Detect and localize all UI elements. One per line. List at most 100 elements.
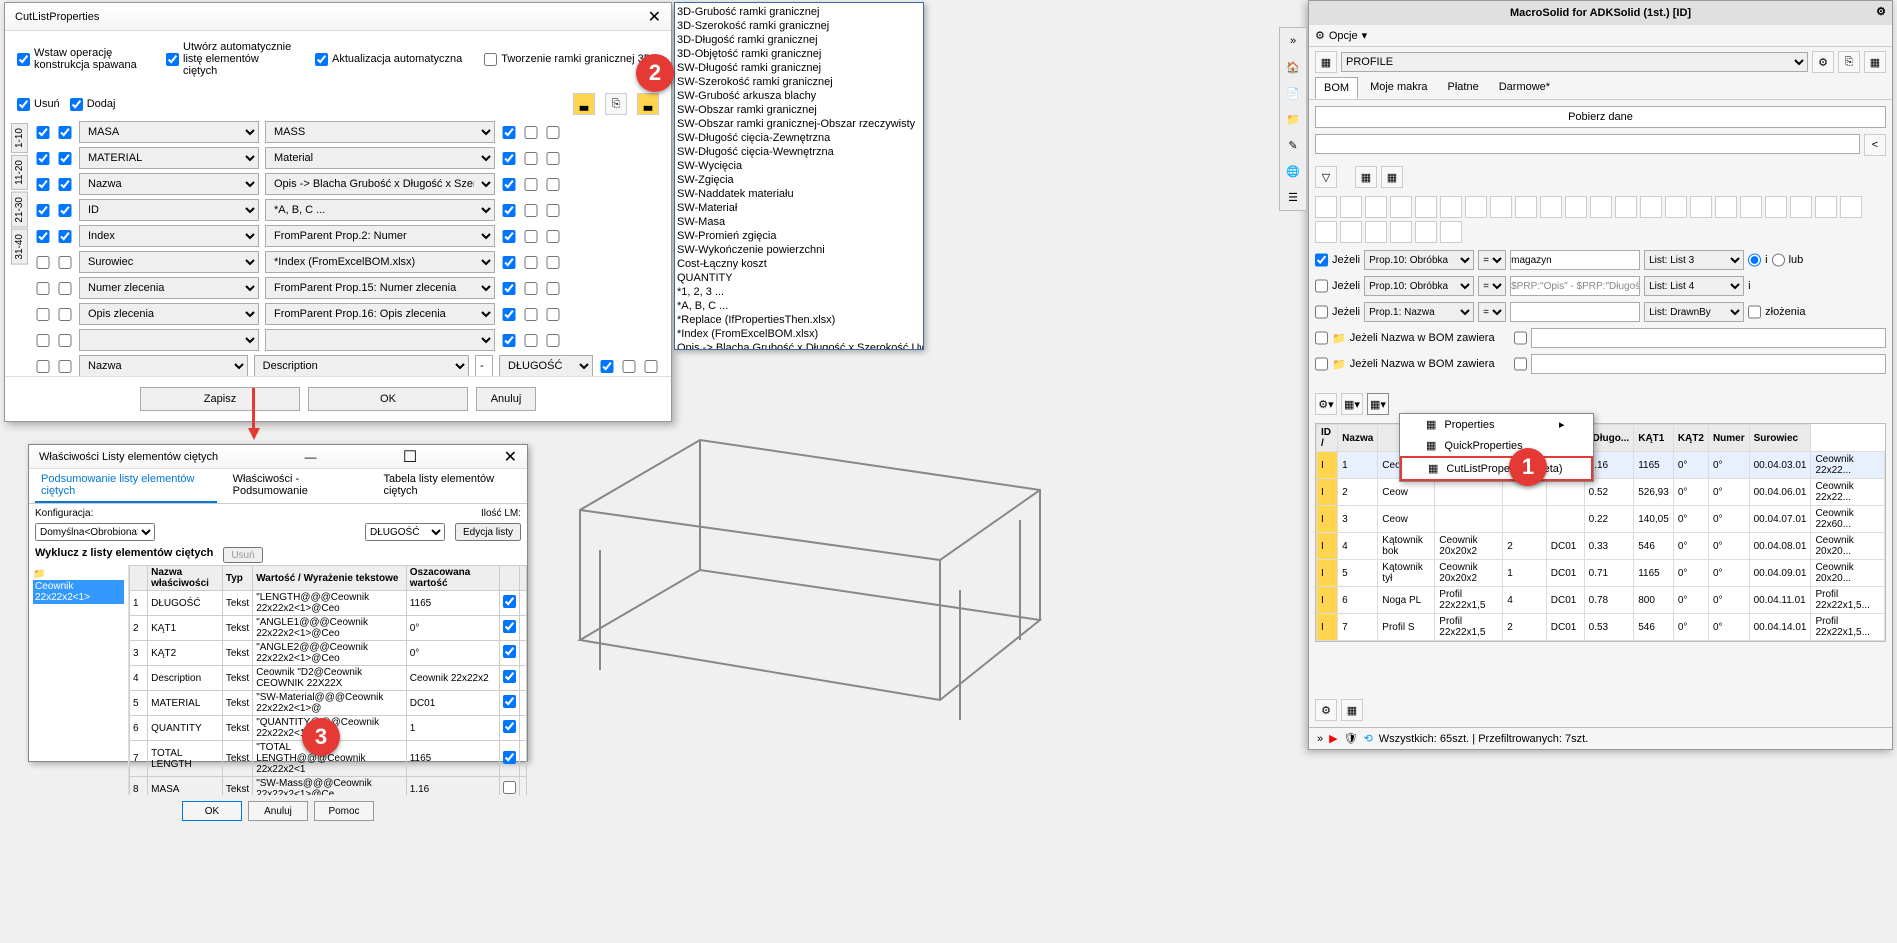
profile-select[interactable]: PROFILE <box>1341 52 1808 72</box>
proplist-item[interactable]: *Replace (IfPropertiesThen.xlsx) <box>677 313 921 327</box>
table-row[interactable]: I4Kątownik bokCeownik 20x20x22DC010.3354… <box>1317 533 1885 560</box>
row-chk3[interactable] <box>501 178 517 191</box>
opcje-gear-icon[interactable]: ⚙ <box>1315 29 1325 42</box>
tab-bom[interactable]: BOM <box>1315 77 1358 99</box>
table-row[interactable]: 3KĄT2Tekst"ANGLE2@@@Ceownik 22x22x2<1>@C… <box>130 641 527 666</box>
row-chk[interactable] <box>503 751 516 764</box>
tab-platne[interactable]: Płatne <box>1440 77 1487 99</box>
f1-chk[interactable] <box>1315 250 1328 270</box>
row-chk2[interactable] <box>57 230 73 243</box>
proplist-item[interactable]: 3D-Szerokość ramki granicznej <box>677 19 921 33</box>
row-chk[interactable] <box>35 126 51 139</box>
chevron-down-icon[interactable]: ▾ <box>1362 29 1368 42</box>
toolbar-icon[interactable] <box>1665 196 1687 218</box>
row-name-select[interactable]: Opis zlecenia <box>79 303 259 325</box>
toolbar-icon[interactable] <box>1415 196 1437 218</box>
proplist-item[interactable]: SW-Długość cięcia-Wewnętrzna <box>677 145 921 159</box>
toolbar-icon[interactable] <box>1740 196 1762 218</box>
toolbar-icon[interactable] <box>1565 196 1587 218</box>
tab-moje-makra[interactable]: Moje makra <box>1362 77 1435 99</box>
toolbar-icon[interactable] <box>1815 196 1837 218</box>
proplist-item[interactable]: 3D-Objętość ramki granicznej <box>677 47 921 61</box>
row-chk5[interactable] <box>545 178 561 191</box>
toolbar-icon[interactable] <box>1340 196 1362 218</box>
save-button[interactable]: Zapisz <box>140 387 300 411</box>
row-value-select[interactable]: FromParent Prop.15: Numer zlecenia <box>265 277 495 299</box>
toolbar-icon[interactable] <box>1690 196 1712 218</box>
toolbar-icon[interactable] <box>1765 196 1787 218</box>
row-name-select[interactable]: MASA <box>79 121 259 143</box>
sidetab-21-30[interactable]: 21-30 <box>11 192 28 228</box>
table-row[interactable]: I3Ceow0.22140,050°0°00.04.07.01Ceownik 2… <box>1317 506 1885 533</box>
row-chk2[interactable] <box>57 126 73 139</box>
chk-auto-cutlist[interactable] <box>166 53 179 66</box>
row-value-select[interactable]: Opis -> Blacha Grubość x Długość x Szero… <box>265 173 495 195</box>
row-chk[interactable] <box>35 334 51 347</box>
toolbar-icon[interactable] <box>1840 196 1862 218</box>
row-chk5[interactable] <box>545 256 561 269</box>
proplist-item[interactable]: SW-Długość cięcia-Zewnętrzna <box>677 131 921 145</box>
row-chk2[interactable] <box>57 334 73 347</box>
nc1-chk2[interactable] <box>1514 328 1527 348</box>
toolbar-icon[interactable] <box>1515 196 1537 218</box>
proplist-item[interactable]: *Index (FromExcelBOM.xlsx) <box>677 327 921 341</box>
row-chk3[interactable] <box>501 152 517 165</box>
row-chk4[interactable] <box>523 308 539 321</box>
f3-ext-chk[interactable] <box>1748 302 1761 322</box>
f3-val[interactable] <box>1510 302 1640 322</box>
row-chk[interactable] <box>35 178 51 191</box>
row-chk5[interactable] <box>545 152 561 165</box>
f1-rad-i[interactable] <box>1748 250 1761 270</box>
table-row[interactable]: I2Ceow0.52526,930°0°00.04.06.01Ceownik 2… <box>1317 479 1885 506</box>
row-chk5[interactable] <box>545 230 561 243</box>
f3-op[interactable]: = <box>1478 302 1506 322</box>
sidetab-1-10[interactable]: 1-10 <box>11 123 28 153</box>
toolbar-icon[interactable] <box>1340 221 1362 243</box>
row-chk3[interactable] <box>501 308 517 321</box>
row-chk3[interactable] <box>501 126 517 139</box>
proplist-item[interactable]: Cost-Łączny koszt <box>677 257 921 271</box>
f2-op[interactable]: = <box>1478 276 1506 296</box>
tool-icon-3[interactable]: ▃ <box>637 93 659 115</box>
nc1-input[interactable] <box>1531 328 1886 348</box>
f3-list[interactable]: List: DrawnBy <box>1644 302 1744 322</box>
footer-gear-icon[interactable]: ⚙ <box>1315 699 1337 721</box>
row-value-select[interactable]: MASS <box>265 121 495 143</box>
sw-help-button[interactable]: Pomoc <box>314 801 374 821</box>
row-name-select[interactable]: Index <box>79 225 259 247</box>
row-chk3[interactable] <box>501 230 517 243</box>
youtube-icon[interactable]: ▶ <box>1329 732 1337 745</box>
row-chk5[interactable] <box>545 126 561 139</box>
table-row[interactable]: 1DŁUGOŚĆTekst"LENGTH@@@Ceownik 22x22x2<1… <box>130 591 527 616</box>
ms-title-bar[interactable]: MacroSolid for ADKSolid (1st.) [ID] ⚙ <box>1309 1 1892 25</box>
proplist-item[interactable]: SW-Obszar ramki granicznej <box>677 103 921 117</box>
proplist-item[interactable]: SW-Obszar ramki granicznej-Obszar rzeczy… <box>677 117 921 131</box>
toolbar-icon[interactable] <box>1640 196 1662 218</box>
toolbar-icon[interactable] <box>1315 196 1337 218</box>
row-chk3[interactable] <box>501 204 517 217</box>
edit-icon[interactable]: ✎ <box>1280 132 1306 158</box>
nc2-chk2[interactable] <box>1514 354 1527 374</box>
table-props-icon[interactable]: ▦▾ <box>1367 393 1389 415</box>
row-chk4[interactable] <box>523 282 539 295</box>
chk-add-col[interactable] <box>70 98 83 111</box>
ctx-quickproperties[interactable]: ▦QuickProperties <box>1400 435 1593 456</box>
sw-tab-summary[interactable]: Podsumowanie listy elementów ciętych <box>35 469 217 503</box>
dialog-title-bar[interactable]: CutListProperties ✕ <box>5 3 671 31</box>
row-chk[interactable] <box>35 204 51 217</box>
ms-copy-icon[interactable]: ⎘ <box>1838 51 1860 73</box>
teamviewer-icon[interactable]: ⟲ <box>1364 732 1373 745</box>
chk-remove-col[interactable] <box>17 98 30 111</box>
row-chk[interactable] <box>35 256 51 269</box>
nc1-chk[interactable] <box>1315 328 1328 348</box>
table-row[interactable]: I6Noga PLProfil 22x22x1,54DC010.788000°0… <box>1317 587 1885 614</box>
row-sep[interactable] <box>475 355 493 377</box>
sidetab-11-20[interactable]: 11-20 <box>11 155 28 190</box>
close-icon[interactable]: ✕ <box>648 7 661 27</box>
sw-tab-props[interactable]: Właściwości - Podsumowanie <box>227 469 368 503</box>
ctx-properties[interactable]: ▦Properties▸ <box>1400 414 1593 435</box>
row-chk[interactable] <box>35 360 51 373</box>
proplist-item[interactable]: SW-Naddatek materiału <box>677 187 921 201</box>
row-chk2[interactable] <box>57 308 73 321</box>
tab-darmowe[interactable]: Darmowe* <box>1491 77 1558 99</box>
